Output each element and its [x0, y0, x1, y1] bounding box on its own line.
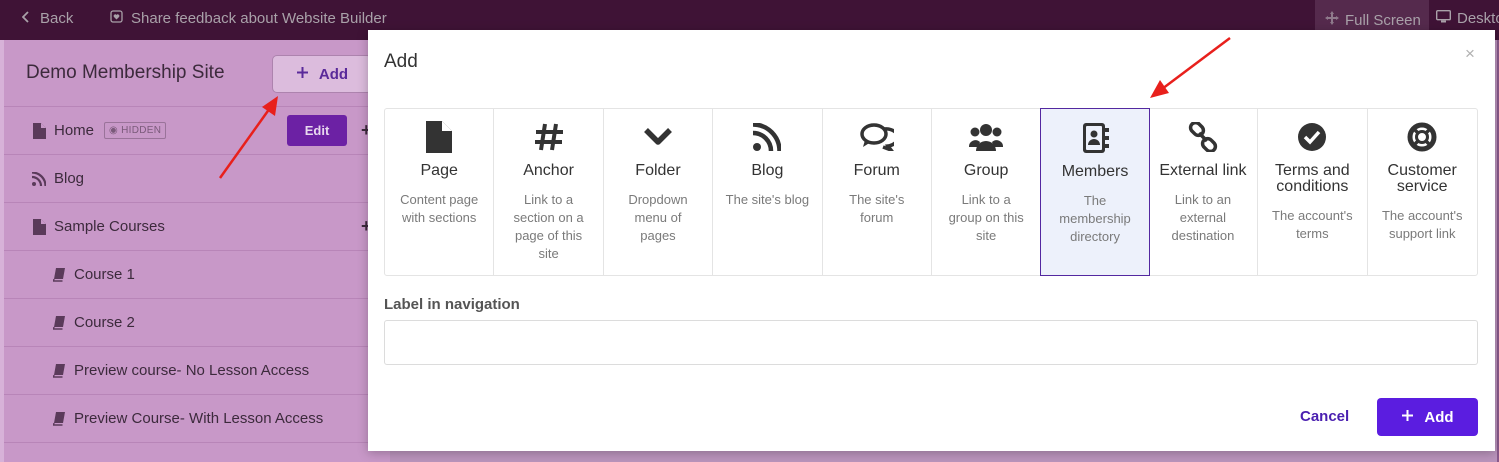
sidebar-add-button[interactable]: Add	[272, 55, 372, 93]
type-option-members[interactable]: Members The membership directory	[1040, 108, 1150, 276]
sidebar-item-sample-courses[interactable]: Sample Courses +	[4, 203, 390, 251]
sidebar-item-course-2[interactable]: Course 2	[4, 299, 390, 347]
type-name: Terms and conditions	[1274, 162, 1350, 195]
type-option-folder[interactable]: Folder Dropdown menu of pages	[604, 109, 714, 275]
type-description: Link to a section on a page of this site	[513, 192, 584, 261]
lifering-icon	[1368, 121, 1477, 153]
comments-icon	[823, 121, 931, 153]
add-button-label: Add	[1424, 408, 1454, 426]
type-option-customer-service[interactable]: Customer service The account's support l…	[1368, 109, 1477, 275]
type-name: Blog	[751, 162, 784, 179]
sidebar-item-home[interactable]: Home ◉ HIDDEN Edit +	[4, 107, 390, 155]
type-name: Customer service	[1387, 162, 1457, 195]
type-name: Page	[420, 162, 458, 179]
type-description: Link to a group on this site	[948, 192, 1024, 243]
back-label: Back	[40, 10, 74, 27]
book-icon	[52, 411, 66, 427]
dialog-title: Add	[384, 51, 418, 72]
sidebar-item-label: Home	[54, 122, 95, 139]
hidden-badge: ◉ HIDDEN	[104, 122, 167, 139]
sidebar-item-preview-with-access[interactable]: Preview Course- With Lesson Access	[4, 395, 390, 443]
desktop-icon	[1435, 9, 1452, 27]
type-option-page[interactable]: Page Content page with sections	[385, 109, 495, 275]
type-option-blog[interactable]: Blog The site's blog	[713, 109, 823, 275]
type-name: Forum	[853, 162, 900, 179]
type-description: The site's forum	[849, 192, 905, 225]
eye-slash-icon: ◉	[109, 125, 119, 136]
hash-icon	[494, 121, 602, 153]
page-icon	[32, 122, 46, 139]
back-link[interactable]: Back	[21, 10, 74, 27]
site-title: Demo Membership Site	[26, 62, 225, 83]
book-icon	[52, 267, 66, 283]
sidebar-item-course-1[interactable]: Course 1	[4, 251, 390, 299]
feedback-label: Share feedback about Website Builder	[131, 10, 387, 27]
type-name: Folder	[635, 162, 681, 179]
address-book-icon	[1041, 122, 1148, 154]
type-description: Dropdown menu of pages	[628, 192, 688, 243]
rss-icon	[713, 121, 821, 153]
sidebar-item-preview-no-access[interactable]: Preview course- No Lesson Access	[4, 347, 390, 395]
page-icon	[32, 218, 46, 235]
check-circle-icon	[1258, 121, 1366, 153]
sidebar-item-label: Course 2	[74, 314, 135, 331]
type-description: Link to an external destination	[1171, 192, 1235, 243]
type-name: Group	[963, 162, 1009, 179]
type-name: Anchor	[523, 162, 574, 179]
add-dialog: Add × Page Content page with sections An…	[368, 30, 1495, 451]
chevron-left-icon	[21, 10, 30, 27]
link-icon	[1149, 121, 1257, 153]
item-type-grid: Page Content page with sections Anchor L…	[384, 108, 1478, 276]
sidebar-item-label: Preview course- No Lesson Access	[74, 362, 310, 379]
sidebar-item-label: Sample Courses	[54, 218, 165, 235]
book-icon	[52, 363, 66, 379]
sidebar: Demo Membership Site Add Home ◉ HIDDEN E…	[4, 40, 390, 462]
close-icon[interactable]: ×	[1465, 44, 1475, 64]
fullscreen-label: Full Screen	[1345, 11, 1421, 29]
type-description: Content page with sections	[400, 192, 479, 225]
edit-button[interactable]: Edit	[287, 115, 347, 146]
label-in-navigation-input[interactable]	[384, 320, 1478, 365]
type-option-terms[interactable]: Terms and conditions The account's terms	[1258, 109, 1368, 275]
plus-icon	[296, 66, 309, 83]
sidebar-item-label: Blog	[54, 170, 85, 187]
type-name: Members	[1061, 163, 1129, 180]
sidebar-add-label: Add	[318, 65, 349, 83]
sidebar-item-label: Course 1	[74, 266, 135, 283]
type-option-forum[interactable]: Forum The site's forum	[823, 109, 932, 275]
book-icon	[52, 315, 66, 331]
type-option-group[interactable]: Group Link to a group on this site	[932, 109, 1042, 275]
type-description: The account's support link	[1381, 208, 1463, 241]
plus-icon	[1401, 409, 1414, 426]
type-option-external-link[interactable]: External link Link to an external destin…	[1149, 109, 1259, 275]
type-description: The account's terms	[1272, 208, 1353, 241]
chevron-down-icon	[604, 121, 712, 153]
page-icon	[385, 121, 493, 153]
type-description: The site's blog	[725, 192, 810, 207]
label-in-navigation-label: Label in navigation	[384, 296, 520, 313]
desktop-view-button[interactable]: Deskto	[1435, 9, 1499, 27]
rss-icon	[32, 171, 46, 187]
feedback-icon	[110, 10, 123, 27]
sidebar-item-label: Preview Course- With Lesson Access	[74, 410, 324, 427]
move-icon	[1325, 11, 1339, 29]
cancel-button[interactable]: Cancel	[1300, 408, 1349, 425]
add-button[interactable]: Add	[1377, 398, 1478, 436]
type-name: External link	[1159, 162, 1247, 179]
desktop-label: Deskto	[1457, 10, 1499, 27]
sidebar-header: Demo Membership Site Add	[4, 40, 390, 107]
sidebar-item-blog[interactable]: Blog	[4, 155, 390, 203]
type-option-anchor[interactable]: Anchor Link to a section on a page of th…	[494, 109, 604, 275]
users-icon	[932, 121, 1040, 153]
type-description: The membership directory	[1059, 193, 1131, 244]
hidden-badge-label: HIDDEN	[121, 125, 162, 136]
feedback-link[interactable]: Share feedback about Website Builder	[110, 10, 387, 27]
